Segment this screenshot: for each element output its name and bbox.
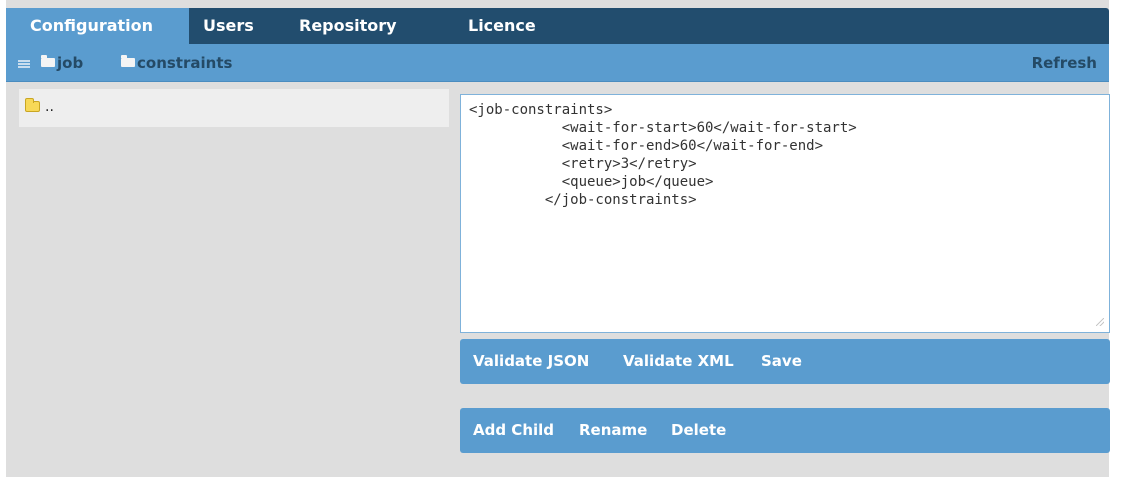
config-editor[interactable]: <job-constraints> <wait-for-start>60</wa… (460, 94, 1110, 333)
breadcrumb-item-constraints[interactable]: constraints (121, 44, 232, 82)
rename-button[interactable]: Rename (579, 408, 647, 453)
tab-repository[interactable]: Repository (299, 8, 397, 44)
tab-configuration[interactable]: Configuration (6, 8, 189, 44)
tree-item-parent[interactable]: .. (45, 89, 54, 127)
validation-toolbar: Validate JSON Validate XML Save (460, 339, 1110, 384)
breadcrumb-label: job (57, 54, 84, 72)
breadcrumb-label: constraints (137, 54, 233, 72)
folder-icon (25, 98, 40, 112)
resize-handle[interactable] (1096, 318, 1104, 326)
folder-icon (121, 55, 135, 67)
breadcrumb-item-job[interactable]: job (41, 44, 83, 82)
breadcrumb: job constraints Refresh (6, 44, 1109, 82)
tab-users[interactable]: Users (203, 8, 254, 44)
refresh-button[interactable]: Refresh (1032, 44, 1097, 82)
validate-xml-button[interactable]: Validate XML (623, 339, 734, 384)
folder-icon (41, 55, 55, 67)
top-nav: Configuration Users Repository Licence (6, 8, 1109, 44)
save-button[interactable]: Save (761, 339, 802, 384)
tab-licence[interactable]: Licence (468, 8, 536, 44)
node-toolbar: Add Child Rename Delete (460, 408, 1110, 453)
page-margin-right (1109, 0, 1124, 477)
list-icon[interactable] (18, 60, 30, 68)
validate-json-button[interactable]: Validate JSON (473, 339, 589, 384)
delete-button[interactable]: Delete (671, 408, 726, 453)
file-tree: .. (19, 89, 449, 127)
add-child-button[interactable]: Add Child (473, 408, 554, 453)
